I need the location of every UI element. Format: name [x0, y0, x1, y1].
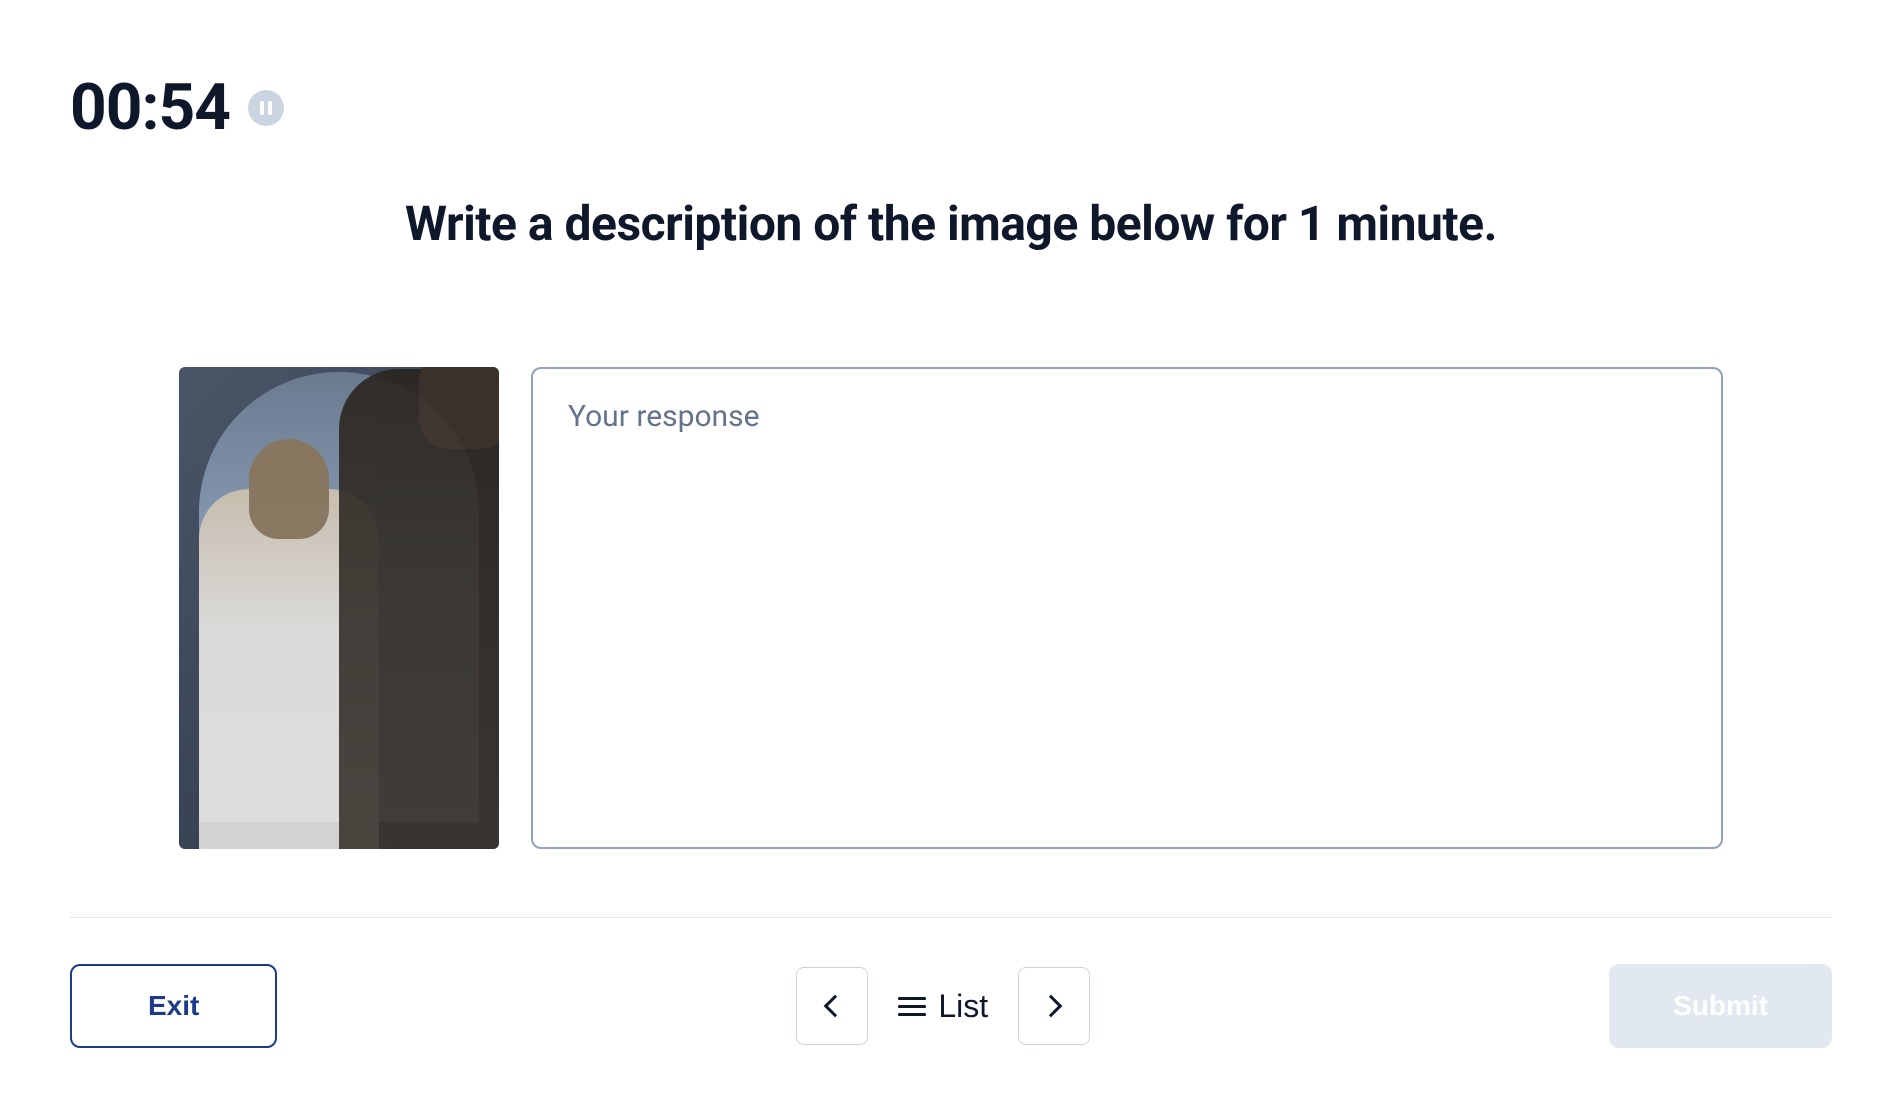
- prompt-text: Write a description of the image below f…: [0, 195, 1902, 252]
- chevron-left-icon: [824, 995, 847, 1018]
- content-row: [179, 367, 1723, 849]
- footer-nav: Exit List Submit: [70, 964, 1832, 1048]
- divider: [70, 917, 1832, 918]
- nav-center: List: [796, 967, 1090, 1045]
- response-input[interactable]: [531, 367, 1723, 849]
- prompt-image: [179, 367, 499, 849]
- pause-icon[interactable]: [248, 90, 284, 126]
- list-button[interactable]: List: [898, 988, 988, 1025]
- prev-button[interactable]: [796, 967, 868, 1045]
- timer-row: 00:54: [0, 0, 1902, 145]
- list-label: List: [938, 988, 988, 1025]
- next-button[interactable]: [1018, 967, 1090, 1045]
- submit-button[interactable]: Submit: [1609, 964, 1832, 1048]
- timer-display: 00:54: [70, 70, 230, 145]
- exit-button[interactable]: Exit: [70, 964, 277, 1048]
- chevron-right-icon: [1040, 995, 1063, 1018]
- hamburger-icon: [898, 997, 926, 1016]
- main-container: 00:54 Write a description of the image b…: [0, 0, 1902, 1108]
